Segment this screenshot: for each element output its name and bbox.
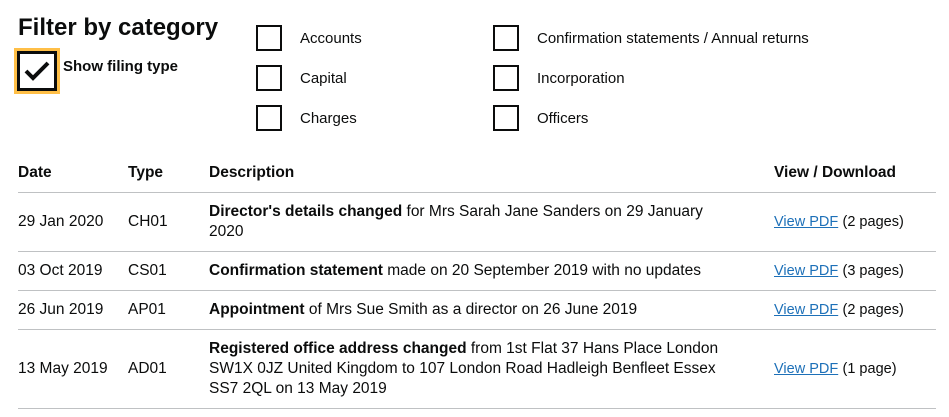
filing-date: 26 Jun 2019 (18, 290, 128, 330)
checkbox-box[interactable] (493, 65, 519, 91)
category-label: Confirmation statements / Annual returns (537, 29, 809, 47)
table-header-row: Date Type Description View / Download (18, 154, 936, 193)
table-row: 13 May 2019 AD01 Registered office addre… (18, 329, 936, 409)
view-pdf-link[interactable]: View PDF (774, 302, 838, 318)
description-bold: Registered office address changed (209, 340, 467, 357)
category-label: Incorporation (537, 69, 625, 87)
filing-date: 29 Jan 2020 (18, 192, 128, 252)
category-label: Accounts (300, 29, 362, 47)
view-pdf-link[interactable]: View PDF (774, 361, 838, 377)
view-download-cell: View PDF (3 pages) (774, 251, 936, 291)
category-confirmation-statements[interactable]: Confirmation statements / Annual returns (493, 25, 809, 51)
category-accounts[interactable]: Accounts (256, 25, 362, 51)
filing-date: 13 May 2019 (18, 329, 128, 409)
description-bold: Confirmation statement (209, 262, 383, 279)
filing-description: Director's details changed for Mrs Sarah… (209, 192, 774, 252)
table-row: 03 Oct 2019 CS01 Confirmation statement … (18, 251, 936, 291)
view-pdf-link[interactable]: View PDF (774, 214, 838, 230)
filing-history-table: Date Type Description View / Download 29… (18, 154, 936, 409)
category-label: Charges (300, 109, 357, 127)
checkbox-box[interactable] (493, 25, 519, 51)
view-pdf-link[interactable]: View PDF (774, 263, 838, 279)
show-filing-type-label: Show filing type (63, 58, 178, 75)
checkbox-box[interactable] (14, 48, 60, 94)
page-count: (3 pages) (842, 263, 904, 279)
view-download-cell: View PDF (2 pages) (774, 290, 936, 330)
filing-type: CS01 (128, 251, 209, 291)
page-count: (2 pages) (842, 302, 904, 318)
description-rest: of Mrs Sue Smith as a director on 26 Jun… (304, 301, 638, 318)
filing-description: Appointment of Mrs Sue Smith as a direct… (209, 290, 774, 330)
filing-type: CH01 (128, 192, 209, 252)
column-header-type: Type (128, 154, 209, 193)
checkmark-icon (24, 61, 50, 81)
checkbox-box[interactable] (256, 25, 282, 51)
view-download-cell: View PDF (1 page) (774, 329, 936, 409)
table-row: 29 Jan 2020 CH01 Director's details chan… (18, 192, 936, 252)
view-download-cell: View PDF (2 pages) (774, 192, 936, 252)
description-bold: Appointment (209, 301, 305, 318)
filing-date: 03 Oct 2019 (18, 251, 128, 291)
show-filing-type-checkbox[interactable]: Show filing type (14, 48, 178, 94)
page-count: (2 pages) (842, 214, 904, 230)
checkbox-box[interactable] (493, 105, 519, 131)
category-officers[interactable]: Officers (493, 105, 588, 131)
column-header-date: Date (18, 154, 128, 193)
category-label: Capital (300, 69, 347, 87)
checkbox-box[interactable] (256, 105, 282, 131)
description-rest: made on 20 September 2019 with no update… (382, 262, 701, 279)
filing-description: Confirmation statement made on 20 Septem… (209, 251, 774, 291)
filing-type: AP01 (128, 290, 209, 330)
checkbox-box[interactable] (256, 65, 282, 91)
column-header-view-download: View / Download (774, 154, 936, 193)
page-count: (1 page) (842, 361, 897, 377)
filing-description: Registered office address changed from 1… (209, 329, 774, 409)
column-header-description: Description (209, 154, 774, 193)
category-charges[interactable]: Charges (256, 105, 357, 131)
category-capital[interactable]: Capital (256, 65, 347, 91)
category-incorporation[interactable]: Incorporation (493, 65, 625, 91)
filter-heading: Filter by category (18, 14, 219, 41)
description-bold: Director's details changed (209, 203, 403, 220)
table-row: 26 Jun 2019 AP01 Appointment of Mrs Sue … (18, 290, 936, 330)
filing-type: AD01 (128, 329, 209, 409)
category-label: Officers (537, 109, 589, 127)
